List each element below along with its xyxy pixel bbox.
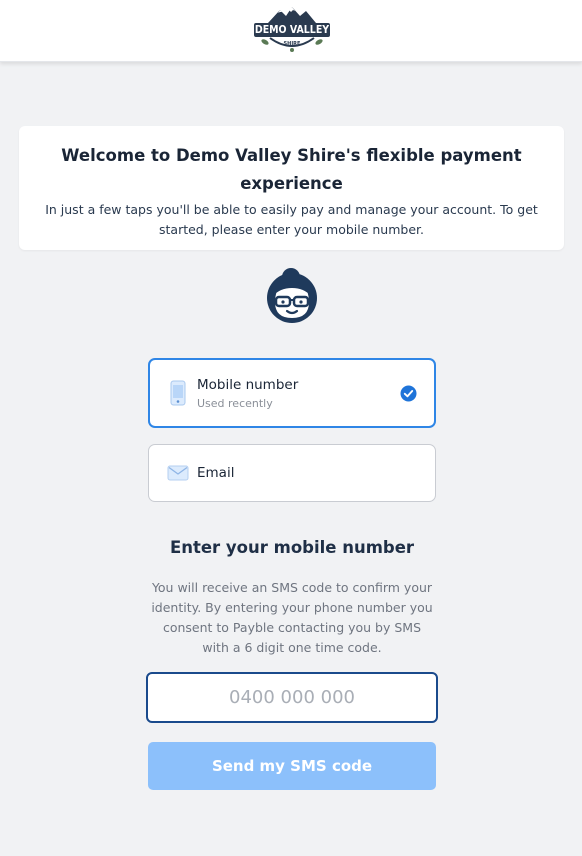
envelope-icon (167, 465, 189, 485)
email-label: Email (197, 465, 235, 481)
check-circle-icon (400, 385, 417, 402)
welcome-subtitle: In just a few taps you'll be able to eas… (45, 202, 538, 237)
woman-with-glasses-icon (266, 266, 318, 326)
sms-consent-text: You will receive an SMS code to confirm … (151, 580, 433, 655)
enter-mobile-title: Enter your mobile number (169, 538, 415, 557)
welcome-card: Welcome to Demo Valley Shire's flexible … (19, 126, 564, 250)
mobile-phone-icon (170, 380, 186, 410)
send-sms-code-button[interactable]: Send my SMS code (148, 742, 436, 790)
demo-valley-logo[interactable]: DEMO VALLEY SHIRE (254, 4, 330, 56)
logo-subtext: SHIRE (283, 41, 301, 47)
email-option[interactable]: Email (148, 444, 436, 502)
mobile-number-input[interactable] (146, 672, 438, 723)
welcome-title: Welcome to Demo Valley Shire's flexible … (61, 146, 522, 193)
mobile-number-label: Mobile number (197, 377, 299, 393)
mobile-number-option[interactable]: Mobile number Used recently (148, 358, 436, 428)
top-bar: DEMO VALLEY SHIRE (0, 0, 582, 62)
logo-text: DEMO VALLEY (254, 23, 330, 37)
used-recently-hint: Used recently (197, 397, 273, 410)
